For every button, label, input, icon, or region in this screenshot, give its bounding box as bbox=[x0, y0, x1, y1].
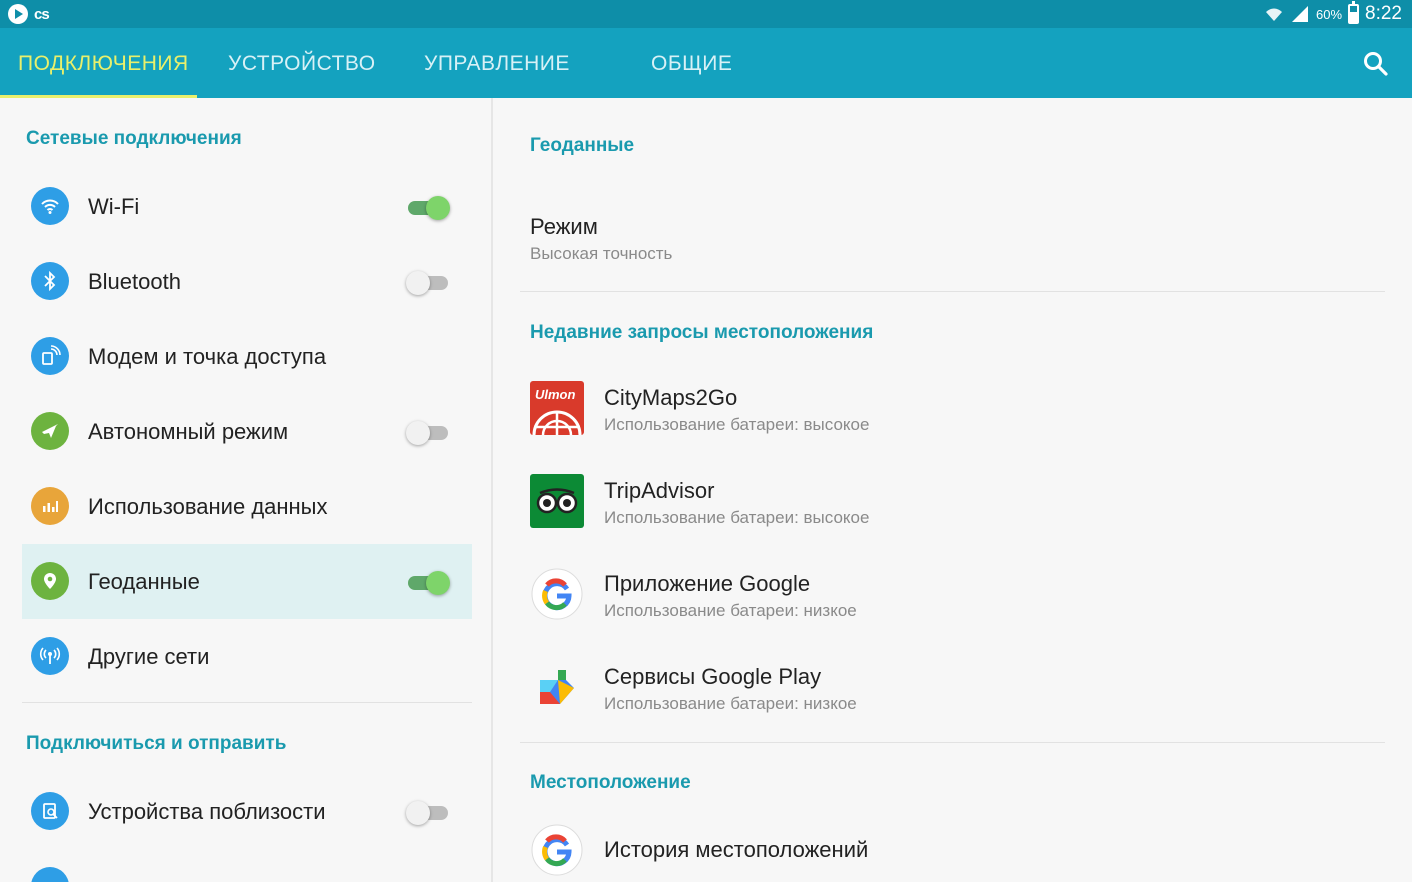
signal-icon bbox=[1291, 6, 1308, 22]
airplane-mode-toggle[interactable] bbox=[406, 421, 450, 445]
menu-item-partial[interactable] bbox=[22, 849, 472, 882]
menu-item-location[interactable]: Геоданные bbox=[22, 544, 472, 619]
divider bbox=[520, 742, 1385, 743]
menu-label-wifi: Wi-Fi bbox=[88, 194, 140, 219]
google-icon bbox=[530, 823, 584, 877]
mode-title: Режим bbox=[530, 214, 598, 239]
wifi-status-icon bbox=[1265, 8, 1282, 21]
nearby-devices-toggle[interactable] bbox=[406, 801, 450, 825]
app-name-tripadvisor: TripAdvisor bbox=[604, 478, 715, 503]
menu-label-bluetooth: Bluetooth bbox=[88, 269, 181, 294]
mode-subtitle: Высокая точность bbox=[530, 244, 673, 263]
location-history-row[interactable]: История местоположений bbox=[520, 815, 1385, 882]
detail-section-location-services: Местоположение bbox=[530, 772, 691, 793]
hotspot-icon bbox=[31, 337, 69, 375]
app-row-citymaps2go[interactable]: Ulmon CityMaps2Go Использование батареи:… bbox=[520, 373, 1385, 463]
menu-item-data-usage[interactable]: Использование данных bbox=[22, 469, 472, 544]
tripadvisor-icon bbox=[530, 474, 584, 528]
location-toggle[interactable] bbox=[408, 571, 450, 595]
detail-section-location: Геоданные bbox=[530, 135, 635, 156]
status-bar: cs 60% 8:22 bbox=[0, 0, 1412, 28]
menu-label-data-usage: Использование данных bbox=[88, 494, 328, 519]
google-play-services-icon bbox=[530, 660, 584, 714]
mode-row[interactable]: Режим Высокая точность bbox=[520, 198, 1385, 288]
other-networks-icon bbox=[31, 637, 69, 675]
detail-section-recent-requests: Недавние запросы местоположения bbox=[530, 322, 874, 343]
citymaps-icon: Ulmon bbox=[530, 381, 584, 435]
app-name-google: Приложение Google bbox=[604, 571, 811, 596]
menu-item-hotspot[interactable]: Модем и точка доступа bbox=[22, 319, 472, 394]
tab-general[interactable]: ОБЩИЕ bbox=[651, 28, 732, 98]
menu-item-bluetooth[interactable]: Bluetooth bbox=[22, 244, 472, 319]
battery-icon bbox=[1348, 1, 1360, 24]
menu-item-nearby-devices[interactable]: Устройства поблизости bbox=[22, 774, 472, 849]
wifi-toggle[interactable] bbox=[408, 196, 450, 220]
app-battery-google: Использование батареи: низкое bbox=[604, 601, 857, 620]
wifi-icon bbox=[31, 187, 69, 225]
app-name-citymaps2go: CityMaps2Go bbox=[604, 385, 738, 410]
location-detail-panel: Геоданные Режим Высокая точность Недавни… bbox=[495, 98, 1412, 882]
menu-item-airplane-mode[interactable]: Автономный режим bbox=[22, 394, 472, 469]
location-history-title: История местоположений bbox=[604, 837, 869, 862]
search-icon[interactable] bbox=[1362, 50, 1390, 78]
app-battery-google-play-services: Использование батареи: низкое bbox=[604, 694, 857, 713]
app-name-google-play-services: Сервисы Google Play bbox=[604, 664, 822, 689]
app-row-tripadvisor[interactable]: TripAdvisor Использование батареи: высок… bbox=[520, 466, 1385, 556]
app-battery-citymaps2go: Использование батареи: высокое bbox=[604, 415, 870, 434]
bluetooth-icon bbox=[31, 262, 69, 300]
menu-label-hotspot: Модем и точка доступа bbox=[88, 344, 327, 369]
divider bbox=[22, 702, 472, 703]
menu-label-airplane-mode: Автономный режим bbox=[88, 419, 289, 444]
screen-mirroring-icon bbox=[31, 867, 69, 882]
menu-label-other-networks: Другие сети bbox=[88, 644, 210, 669]
app-row-google-play-services[interactable]: Сервисы Google Play Использование батаре… bbox=[520, 652, 1385, 742]
tab-device[interactable]: УСТРОЙСТВО bbox=[228, 28, 376, 98]
notification-cs-label: cs bbox=[34, 5, 50, 23]
app-battery-tripadvisor: Использование батареи: высокое bbox=[604, 508, 870, 527]
tab-connections[interactable]: ПОДКЛЮЧЕНИЯ bbox=[18, 28, 189, 98]
play-icon bbox=[8, 4, 28, 24]
tab-bar: ПОДКЛЮЧЕНИЯ УСТРОЙСТВО УПРАВЛЕНИЕ ОБЩИЕ bbox=[0, 28, 1412, 98]
menu-label-nearby-devices: Устройства поблизости bbox=[88, 799, 326, 824]
data-usage-icon bbox=[31, 487, 69, 525]
menu-label-location: Геоданные bbox=[88, 569, 200, 594]
settings-menu-panel: Сетевые подключения Wi-Fi Bluetooth Моде… bbox=[0, 98, 493, 882]
bluetooth-toggle[interactable] bbox=[406, 271, 450, 295]
section-title-connect-share: Подключиться и отправить bbox=[26, 733, 287, 754]
divider bbox=[520, 291, 1385, 292]
menu-item-other-networks[interactable]: Другие сети bbox=[22, 619, 472, 694]
google-icon bbox=[530, 567, 584, 621]
nearby-devices-icon bbox=[31, 792, 69, 830]
clock: 8:22 bbox=[1365, 3, 1402, 24]
tab-controls[interactable]: УПРАВЛЕНИЕ bbox=[424, 28, 570, 98]
battery-percent: 60% bbox=[1315, 6, 1343, 22]
airplane-icon bbox=[31, 412, 69, 450]
section-title-network: Сетевые подключения bbox=[26, 128, 242, 149]
location-icon bbox=[31, 562, 69, 600]
app-row-google[interactable]: Приложение Google Использование батареи:… bbox=[520, 559, 1385, 649]
menu-item-wifi[interactable]: Wi-Fi bbox=[22, 169, 472, 244]
